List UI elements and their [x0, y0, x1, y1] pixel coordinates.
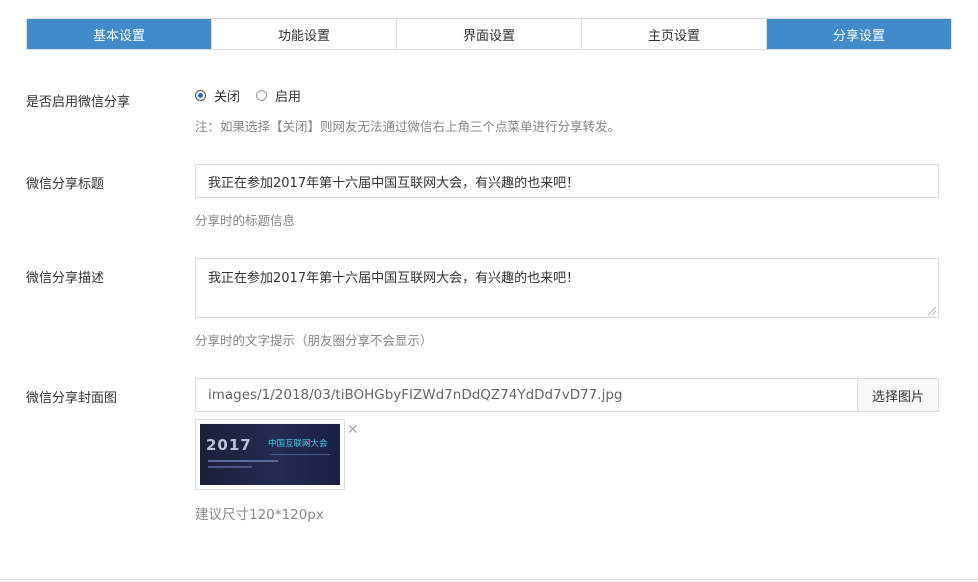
- share-desc-help: 分享时的文字提示（朋友圈分享不会显示）: [195, 333, 433, 348]
- close-icon[interactable]: ✕: [347, 423, 359, 437]
- share-cover-help: 建议尺寸120*120px: [195, 507, 324, 523]
- share-enable-radio-group: 关闭 启用: [195, 86, 317, 105]
- resize-grip-icon[interactable]: [928, 307, 936, 315]
- tab-feature-settings[interactable]: 功能设置: [212, 19, 397, 49]
- radio-enable[interactable]: [256, 90, 268, 101]
- tab-homepage-settings[interactable]: 主页设置: [582, 19, 767, 49]
- radio-enable-label[interactable]: 启用: [275, 86, 301, 105]
- tab-basic-settings[interactable]: 基本设置: [27, 19, 212, 49]
- bottom-divider: [0, 579, 978, 580]
- share-title-input[interactable]: 我正在参加2017年第十六届中国互联网大会，有兴趣的也来吧！: [195, 164, 939, 198]
- radio-disable-label[interactable]: 关闭: [214, 86, 240, 105]
- share-title-help: 分享时的标题信息: [195, 213, 296, 228]
- tab-interface-settings[interactable]: 界面设置: [397, 19, 582, 49]
- share-desc-label: 微信分享描述: [26, 271, 105, 286]
- select-image-button[interactable]: 选择图片: [857, 378, 939, 412]
- share-cover-label: 微信分享封面图: [26, 391, 118, 406]
- share-enable-label: 是否启用微信分享: [26, 95, 131, 110]
- cover-image-year: 2017: [206, 436, 252, 454]
- radio-disable[interactable]: [195, 90, 206, 101]
- cover-image-line: [270, 454, 330, 455]
- cover-image-bar: [208, 460, 278, 462]
- cover-image-bar-2: [208, 466, 252, 468]
- cover-path-input[interactable]: images/1/2018/03/tiBOHGbyFIZWd7nDdQZ74Yd…: [195, 378, 858, 412]
- cover-thumbnail: 2017 中国互联网大会: [195, 419, 345, 490]
- cover-image-title: 中国互联网大会: [268, 439, 328, 449]
- settings-tabs: 基本设置 功能设置 界面设置 主页设置 分享设置: [26, 18, 952, 50]
- share-enable-help: 注：如果选择【关闭】则网友无法通过微信右上角三个点菜单进行分享转发。: [195, 119, 621, 134]
- tab-share-settings[interactable]: 分享设置: [767, 19, 951, 49]
- cover-image: 2017 中国互联网大会: [200, 424, 340, 485]
- share-desc-text: 我正在参加2017年第十六届中国互联网大会，有兴趣的也来吧！: [208, 271, 580, 286]
- share-desc-textarea[interactable]: 我正在参加2017年第十六届中国互联网大会，有兴趣的也来吧！: [195, 258, 939, 318]
- share-title-label: 微信分享标题: [26, 177, 105, 192]
